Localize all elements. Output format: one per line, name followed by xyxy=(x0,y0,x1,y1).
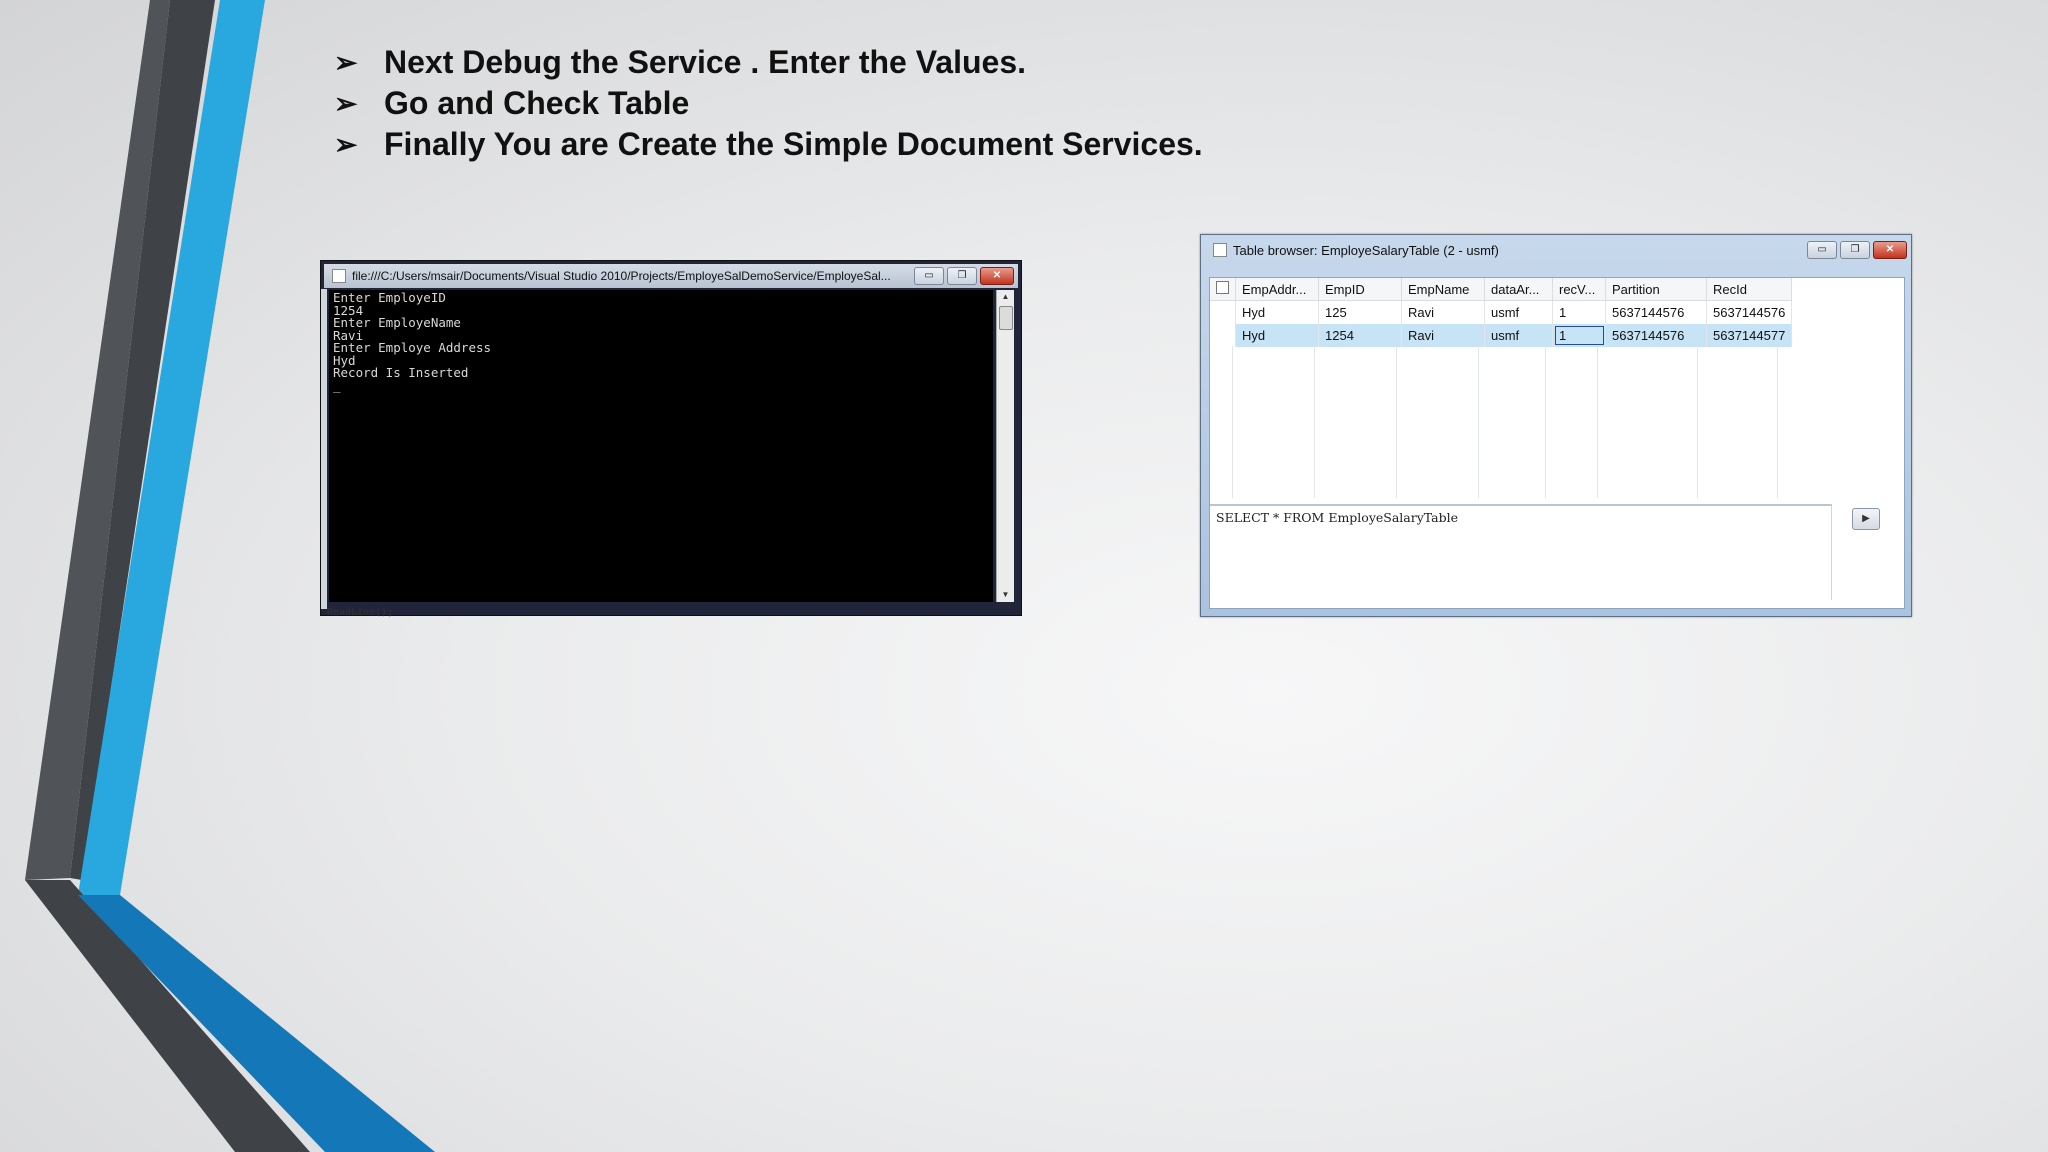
maximize-button[interactable]: ❐ xyxy=(1840,241,1870,259)
bullet-list: ➢ Next Debug the Service . Enter the Valu… xyxy=(334,42,1203,165)
console-app-icon xyxy=(332,269,346,283)
grid-column-line xyxy=(1478,346,1479,498)
minimize-button[interactable]: ▭ xyxy=(914,267,944,285)
bullet-text: Next Debug the Service . Enter the Value… xyxy=(384,44,1026,80)
table-browser-titlebar[interactable]: Table browser: EmployeSalaryTable (2 - u… xyxy=(1201,235,1911,265)
grid-column-line xyxy=(1396,346,1397,498)
column-header[interactable]: EmpAddr... xyxy=(1235,278,1319,301)
code-behind-text: ReadLine(); xyxy=(327,607,394,618)
bullet-text: Finally You are Create the Simple Docume… xyxy=(384,126,1203,162)
column-header[interactable]: RecId xyxy=(1706,278,1793,301)
table-cell[interactable]: 1254 xyxy=(1318,324,1402,347)
maximize-button[interactable]: ❐ xyxy=(947,267,977,285)
table-cell[interactable]: Hyd xyxy=(1235,324,1319,347)
scroll-up-icon[interactable]: ▲ xyxy=(997,290,1014,304)
data-grid: EmpAddr... EmpID EmpName dataAr... recV.… xyxy=(1210,278,1904,498)
close-button[interactable]: ✕ xyxy=(980,267,1014,285)
grid-column-line xyxy=(1545,346,1546,498)
column-header[interactable]: EmpName xyxy=(1401,278,1485,301)
column-header[interactable]: Partition xyxy=(1605,278,1707,301)
select-all-header[interactable] xyxy=(1210,278,1236,301)
row-selector[interactable] xyxy=(1210,324,1236,347)
table-cell[interactable]: 5637144576 xyxy=(1605,300,1707,324)
table-cell[interactable]: 1 xyxy=(1552,300,1606,324)
column-header[interactable]: EmpID xyxy=(1318,278,1402,301)
arrow-bullet-icon: ➢ xyxy=(334,129,358,160)
table-cell[interactable]: usmf xyxy=(1484,324,1553,347)
run-query-button[interactable]: ▶ xyxy=(1852,508,1880,530)
scroll-down-icon[interactable]: ▼ xyxy=(997,588,1014,602)
grid-column-line xyxy=(1597,346,1598,498)
bullet-item: ➢ Finally You are Create the Simple Docum… xyxy=(334,124,1203,165)
grid-column-line xyxy=(1314,346,1315,498)
arrow-bullet-icon: ➢ xyxy=(334,47,358,78)
close-button[interactable]: ✕ xyxy=(1873,241,1907,259)
table-cell[interactable]: 5637144576 xyxy=(1706,300,1793,324)
arrow-bullet-icon: ➢ xyxy=(334,88,358,119)
table-row-selected[interactable]: Hyd 1254 Ravi usmf 1 5637144576 56371445… xyxy=(1210,324,1793,347)
table-cell[interactable]: Ravi xyxy=(1401,324,1485,347)
grid-column-line xyxy=(1232,346,1233,498)
bullet-text: Go and Check Table xyxy=(384,85,690,121)
minimize-button[interactable]: ▭ xyxy=(1807,241,1837,259)
table-cell[interactable]: Ravi xyxy=(1401,300,1485,324)
console-window: file:///C:/Users/msair/Documents/Visual … xyxy=(321,261,1021,618)
table-cell[interactable]: Hyd xyxy=(1235,300,1319,324)
column-header[interactable]: dataAr... xyxy=(1484,278,1553,301)
console-titlebar[interactable]: file:///C:/Users/msair/Documents/Visual … xyxy=(324,264,1018,288)
console-scrollbar[interactable]: ▲ ▼ xyxy=(996,290,1014,602)
active-cell[interactable]: 1 xyxy=(1552,324,1606,347)
column-header[interactable]: recV... xyxy=(1552,278,1606,301)
row-selector[interactable] xyxy=(1210,300,1236,324)
table-cell[interactable]: 5637144576 xyxy=(1605,324,1707,347)
table-browser-client: EmpAddr... EmpID EmpName dataAr... recV.… xyxy=(1209,277,1905,609)
table-browser-app-icon xyxy=(1213,243,1227,257)
editor-edge xyxy=(321,289,327,609)
grid-column-line xyxy=(1777,346,1778,498)
table-cell[interactable]: usmf xyxy=(1484,300,1553,324)
scroll-thumb[interactable] xyxy=(999,306,1013,330)
table-browser-title: Table browser: EmployeSalaryTable (2 - u… xyxy=(1233,242,1499,258)
table-cell[interactable]: 5637144577 xyxy=(1706,324,1793,347)
grid-column-line xyxy=(1697,346,1698,498)
sql-query-input[interactable]: SELECT * FROM EmployeSalaryTable xyxy=(1210,504,1832,600)
checkbox-icon[interactable] xyxy=(1216,281,1229,294)
bullet-item: ➢ Next Debug the Service . Enter the Valu… xyxy=(334,42,1203,83)
console-title: file:///C:/Users/msair/Documents/Visual … xyxy=(352,269,891,283)
console-output[interactable]: Enter EmployeID 1254 Enter EmployeName R… xyxy=(329,290,993,602)
table-row[interactable]: Hyd 125 Ravi usmf 1 5637144576 563714457… xyxy=(1210,300,1793,324)
table-browser-window: Table browser: EmployeSalaryTable (2 - u… xyxy=(1200,234,1912,617)
table-cell[interactable]: 125 xyxy=(1318,300,1402,324)
bullet-item: ➢ Go and Check Table xyxy=(334,83,1203,124)
